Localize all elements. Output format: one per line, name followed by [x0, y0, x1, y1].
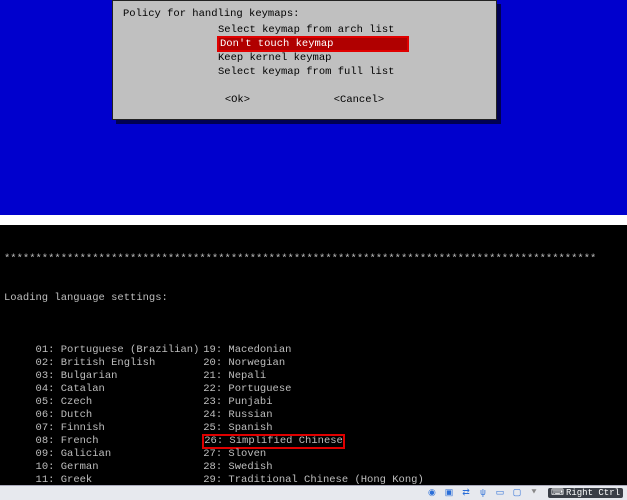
list-item: 07: Finnish: [29, 422, 203, 435]
list-item: 25: Spanish: [203, 422, 443, 435]
cancel-button[interactable]: <Cancel>: [334, 93, 384, 107]
option-keep-kernel[interactable]: Keep kernel keymap: [218, 51, 486, 65]
list-item: 04: Catalan: [29, 383, 203, 396]
keymap-policy-dialog: Policy for handling keymaps: Select keym…: [112, 0, 497, 120]
list-item: 03: Bulgarian: [29, 370, 203, 383]
list-item: 21: Nepali: [203, 370, 443, 383]
network-icon[interactable]: ⇄: [459, 487, 473, 499]
list-item: 02: British English: [29, 357, 203, 370]
list-item: 27: Sloven: [203, 448, 443, 461]
highlighted-language: 26: Simplified Chinese: [203, 435, 344, 448]
option-full-list[interactable]: Select keymap from full list: [218, 65, 486, 79]
language-col-2: 19: Macedonian20: Norwegian21: Nepali22:…: [203, 344, 443, 500]
terminal-header: Loading language settings:: [4, 292, 623, 305]
display-icon[interactable]: ▢: [510, 487, 524, 499]
hdd-icon[interactable]: ▣: [442, 487, 456, 499]
language-columns: 01: Portuguese (Brazilian) 02: British E…: [4, 331, 623, 500]
list-item: 23: Punjabi: [203, 396, 443, 409]
option-arch-list[interactable]: Select keymap from arch list: [218, 23, 486, 37]
list-item: 09: Galician: [29, 448, 203, 461]
list-item: 05: Czech: [29, 396, 203, 409]
language-col-1: 01: Portuguese (Brazilian) 02: British E…: [29, 344, 203, 500]
mouse-capture-icon[interactable]: ⯆: [527, 487, 541, 499]
separator-stars: ****************************************…: [4, 253, 623, 266]
list-item: 20: Norwegian: [203, 357, 443, 370]
dialog-title: Policy for handling keymaps:: [123, 7, 486, 21]
list-item: 10: German: [29, 461, 203, 474]
keyboard-icon: ⌨: [551, 488, 564, 498]
usb-icon[interactable]: ψ: [476, 487, 490, 499]
list-item: 22: Portuguese: [203, 383, 443, 396]
list-item: 08: French: [29, 435, 203, 448]
option-dont-touch[interactable]: Don't touch keymap: [218, 37, 408, 51]
list-item: 28: Swedish: [203, 461, 443, 474]
ok-button[interactable]: <Ok>: [225, 93, 250, 107]
vm-statusbar: ◉ ▣ ⇄ ψ ▭ ▢ ⯆ ⌨ Right Ctrl: [0, 485, 627, 500]
shared-folder-icon[interactable]: ▭: [493, 487, 507, 499]
disc-icon[interactable]: ◉: [425, 487, 439, 499]
dialog-buttons: <Ok> <Cancel>: [123, 93, 486, 107]
list-item: 01: Portuguese (Brazilian): [29, 344, 203, 357]
list-item: 06: Dutch: [29, 409, 203, 422]
host-key-indicator: ⌨ Right Ctrl: [548, 488, 623, 498]
list-item: 26: Simplified Chinese: [203, 435, 443, 448]
list-item: 24: Russian: [203, 409, 443, 422]
dialog-options-list: Select keymap from arch list Don't touch…: [218, 23, 486, 79]
terminal[interactable]: ****************************************…: [0, 225, 627, 485]
list-item: 19: Macedonian: [203, 344, 443, 357]
